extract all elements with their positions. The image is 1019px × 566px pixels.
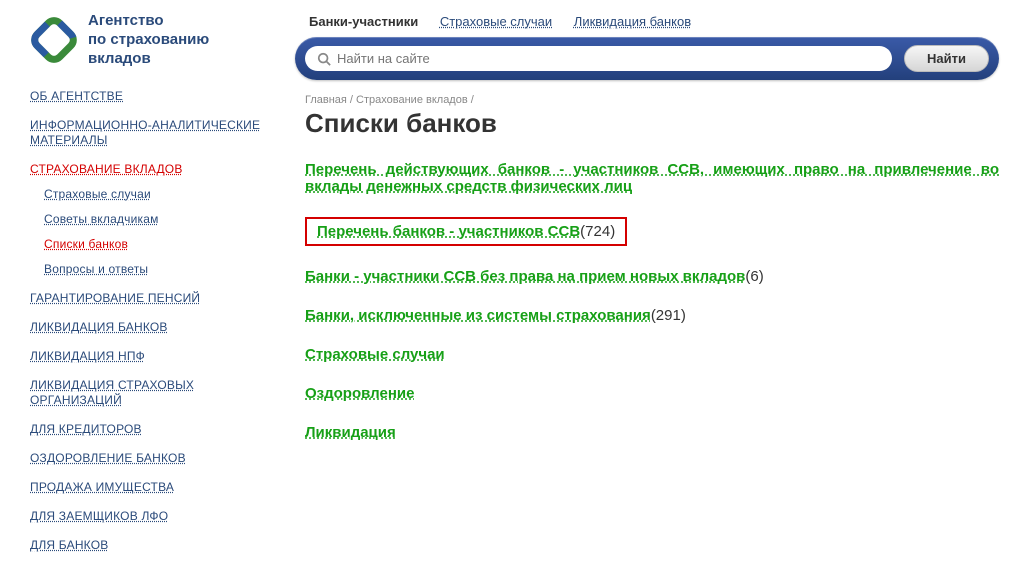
list-item: Банки, исключенные из системы страховани… — [305, 307, 999, 324]
sidenav-info-materials[interactable]: ИНФОРМАЦИОННО-АНАЛИТИЧЕСКИЕ МАТЕРИАЛЫ — [30, 118, 260, 147]
tab-insurance-cases[interactable]: Страховые случаи — [440, 14, 552, 29]
sidenav-liq-npf[interactable]: ЛИКВИДАЦИЯ НПФ — [30, 349, 145, 363]
search-icon — [317, 52, 331, 66]
list-item: Банки - участники ССВ без права на прием… — [305, 268, 999, 285]
sidenav-liq-insurance-orgs[interactable]: ЛИКВИДАЦИЯ СТРАХОВЫХ ОРГАНИЗАЦИЙ — [30, 378, 194, 407]
side-nav: ОБ АГЕНТСТВЕ ИНФОРМАЦИОННО-АНАЛИТИЧЕСКИЕ… — [30, 88, 275, 552]
tab-participants[interactable]: Банки-участники — [309, 14, 418, 29]
link-active-banks[interactable]: Перечень действующих банков - участников… — [305, 161, 999, 195]
highlight-box: Перечень банков - участников ССВ(724) — [305, 217, 627, 246]
link-insurance-cases[interactable]: Страховые случаи — [305, 346, 445, 363]
count-badge: (724) — [580, 223, 615, 240]
sidenav-for-banks[interactable]: ДЛЯ БАНКОВ — [30, 538, 108, 552]
subnav-bank-lists[interactable]: Списки банков — [44, 237, 128, 251]
search-input[interactable] — [337, 51, 880, 66]
list-item: Ликвидация — [305, 424, 999, 441]
sidenav-insurance[interactable]: СТРАХОВАНИЕ ВКЛАДОВ — [30, 162, 183, 176]
subnav-advice[interactable]: Советы вкладчикам — [44, 212, 159, 226]
list-item: Перечень действующих банков - участников… — [305, 161, 999, 195]
subnav-insurance-cases[interactable]: Страховые случаи — [44, 187, 151, 201]
list-item: Страховые случаи — [305, 346, 999, 363]
list-item: Перечень банков - участников ССВ(724) — [305, 217, 999, 246]
sidenav-bank-recovery[interactable]: ОЗДОРОВЛЕНИЕ БАНКОВ — [30, 451, 186, 465]
sidebar: Агентство по страхованию вкладов ОБ АГЕН… — [30, 12, 275, 566]
logo-text: Агентство по страхованию вкладов — [88, 12, 209, 68]
link-excluded[interactable]: Банки, исключенные из системы страховани… — [305, 307, 651, 324]
sidenav-property-sale[interactable]: ПРОДАЖА ИМУЩЕСТВА — [30, 480, 174, 494]
link-liquidation[interactable]: Ликвидация — [305, 424, 396, 441]
sidenav-creditors[interactable]: ДЛЯ КРЕДИТОРОВ — [30, 422, 142, 436]
logo-icon — [30, 16, 78, 64]
sub-nav: Страховые случаи Советы вкладчикам Списк… — [30, 186, 275, 276]
list-item: Оздоровление — [305, 385, 999, 402]
breadcrumb-home[interactable]: Главная — [305, 94, 347, 106]
search-bar: Найти — [295, 37, 999, 80]
subnav-faq[interactable]: Вопросы и ответы — [44, 262, 148, 276]
logo[interactable]: Агентство по страхованию вкладов — [30, 12, 275, 68]
tab-liquidation[interactable]: Ликвидация банков — [574, 14, 691, 29]
sidenav-about[interactable]: ОБ АГЕНТСТВЕ — [30, 89, 123, 103]
sidenav-liq-banks[interactable]: ЛИКВИДАЦИЯ БАНКОВ — [30, 320, 168, 334]
breadcrumb: Главная / Страхование вкладов / — [305, 94, 999, 106]
count-badge: (6) — [745, 268, 763, 285]
link-ssv-participants[interactable]: Перечень банков - участников ССВ — [317, 223, 580, 240]
breadcrumb-section[interactable]: Страхование вкладов — [356, 94, 468, 106]
page-title: Списки банков — [305, 108, 999, 139]
main: Банки-участники Страховые случаи Ликвида… — [275, 12, 999, 566]
link-no-new-deposits[interactable]: Банки - участники ССВ без права на прием… — [305, 268, 745, 285]
search-button[interactable]: Найти — [904, 45, 989, 72]
sidenav-pensions[interactable]: ГАРАНТИРОВАНИЕ ПЕНСИЙ — [30, 291, 200, 305]
count-badge: (291) — [651, 307, 686, 324]
link-list: Перечень действующих банков - участников… — [295, 161, 999, 441]
top-nav: Банки-участники Страховые случаи Ликвида… — [295, 12, 999, 37]
link-recovery[interactable]: Оздоровление — [305, 385, 414, 402]
sidenav-borrowers[interactable]: ДЛЯ ЗАЕМЩИКОВ ЛФО — [30, 509, 168, 523]
search-input-wrap — [305, 46, 892, 71]
